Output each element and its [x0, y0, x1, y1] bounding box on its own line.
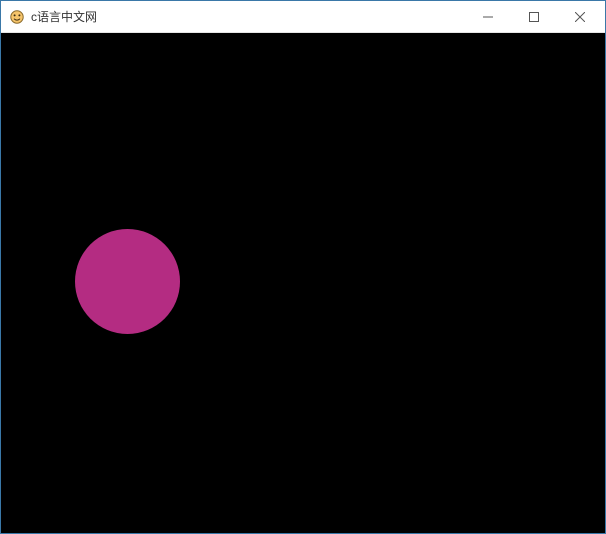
maximize-button[interactable]	[511, 1, 557, 32]
canvas-area	[1, 33, 605, 533]
window-controls	[465, 1, 603, 32]
app-window: c语言中文网	[0, 0, 606, 534]
drawn-circle	[75, 229, 180, 334]
close-button[interactable]	[557, 1, 603, 32]
window-title: c语言中文网	[31, 8, 465, 25]
app-icon	[9, 9, 25, 25]
titlebar[interactable]: c语言中文网	[1, 1, 605, 33]
minimize-button[interactable]	[465, 1, 511, 32]
